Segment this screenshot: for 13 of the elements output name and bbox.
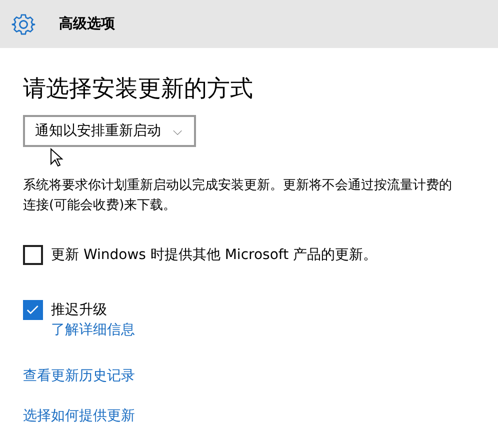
- section-heading: 请选择安装更新的方式: [23, 75, 253, 104]
- settings-link[interactable]: 查看更新历史记录: [23, 366, 135, 386]
- cursor-icon: [50, 148, 64, 168]
- option-label: 推迟升级: [51, 301, 108, 320]
- learn-more-link[interactable]: 了解详细信息: [51, 320, 135, 340]
- restart-dropdown[interactable]: 通知以安排重新启动 ⌵: [23, 115, 196, 147]
- settings-link[interactable]: 选择如何提供更新: [23, 406, 135, 426]
- checkbox[interactable]: [23, 300, 43, 320]
- settings-icon: [11, 12, 36, 36]
- page-title: 高级选项: [59, 15, 115, 33]
- checkbox[interactable]: [23, 245, 43, 265]
- option-label: 更新 Windows 时提供其他 Microsoft 产品的更新。: [51, 246, 378, 265]
- description-text: 系统将要求你计划重新启动以完成安装更新。更新将不会通过按流量计费的连接(可能会收费)来下载。: [23, 177, 453, 215]
